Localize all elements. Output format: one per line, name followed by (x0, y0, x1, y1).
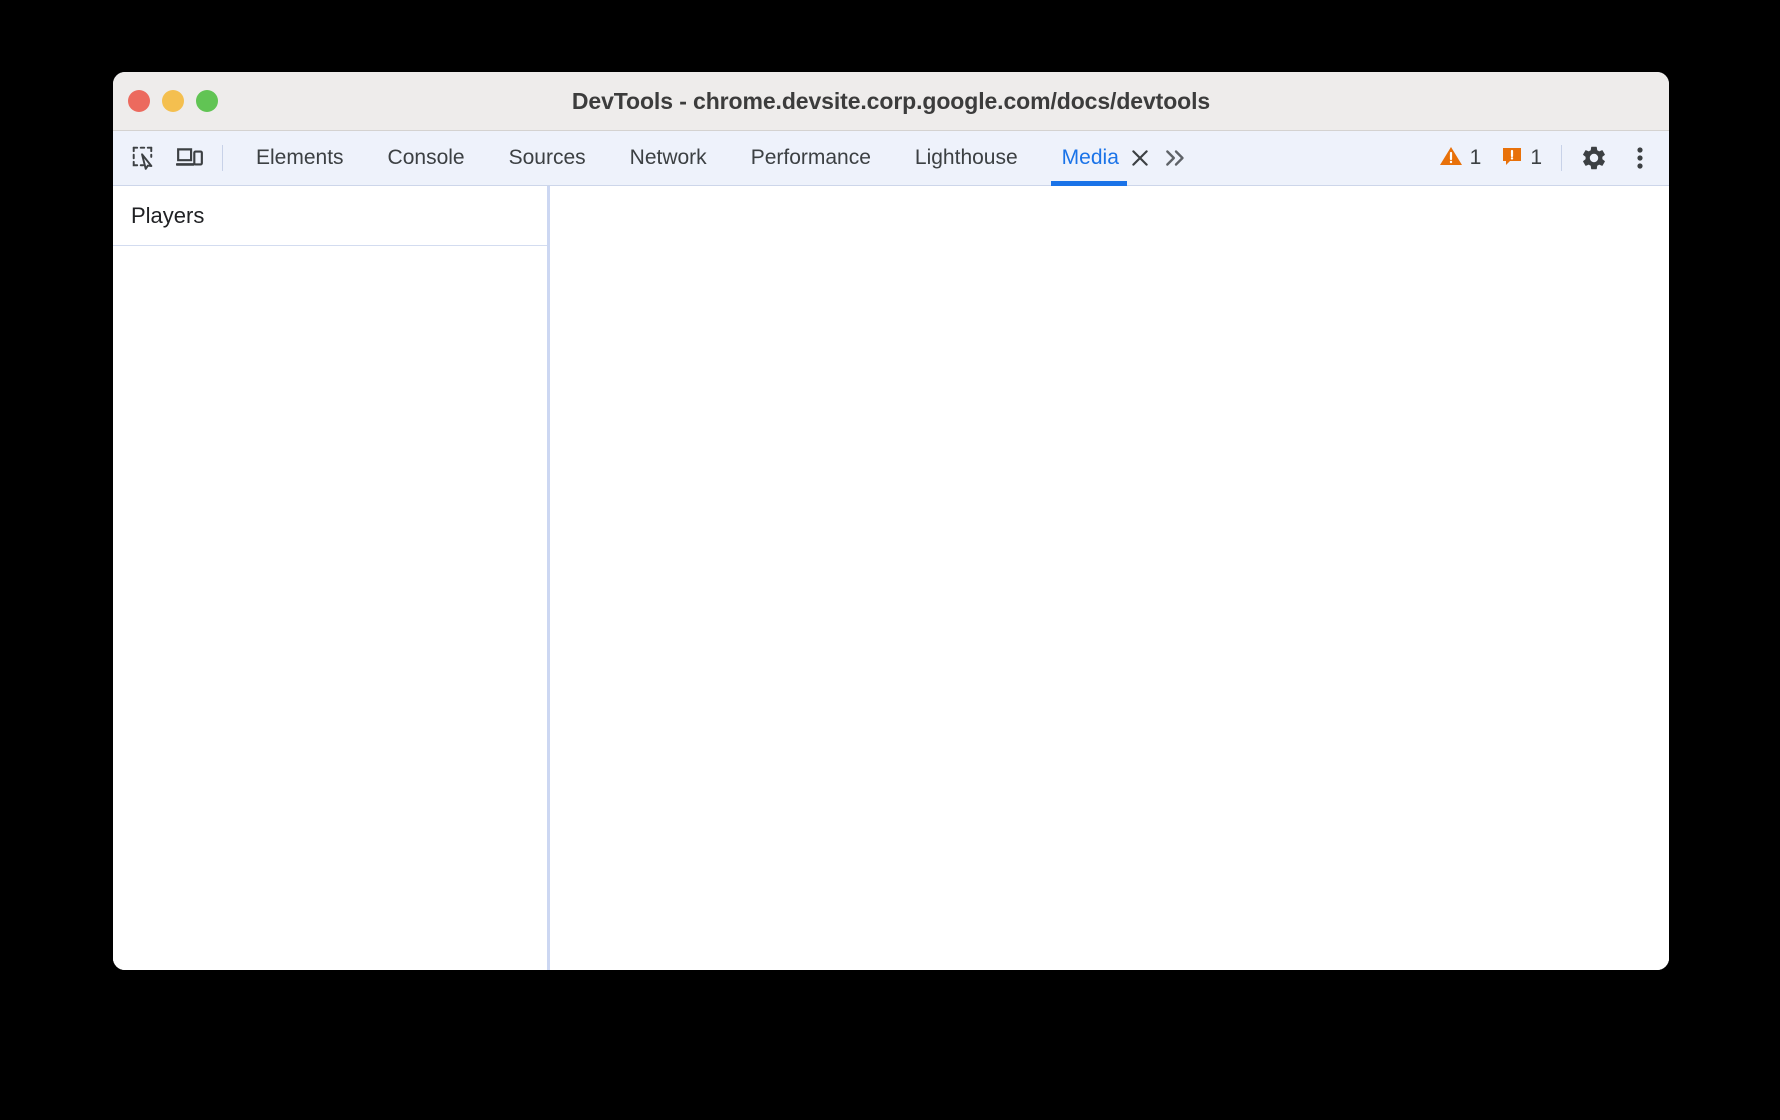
toolbar-right-group: 1 1 (1429, 131, 1669, 185)
warning-count: 1 (1469, 146, 1482, 169)
panel-tab-list: Elements Console Sources Network Perform… (234, 131, 1199, 186)
toolbar-divider (222, 145, 223, 171)
tab-label: Elements (256, 146, 344, 169)
toolbar-divider-right (1561, 145, 1562, 171)
tab-label: Console (387, 146, 465, 169)
players-sidebar: Players (113, 186, 547, 970)
toolbar-left-icon-group (113, 131, 232, 185)
tab-media[interactable]: Media (1040, 131, 1128, 186)
tab-performance[interactable]: Performance (729, 131, 893, 185)
tab-network[interactable]: Network (608, 131, 729, 185)
window-title: DevTools - chrome.devsite.corp.google.co… (571, 87, 1211, 114)
window-title-bar: DevTools - chrome.devsite.corp.google.co… (113, 72, 1669, 131)
gear-icon[interactable] (1571, 131, 1617, 185)
traffic-light-controls (128, 72, 218, 130)
close-icon[interactable] (1127, 145, 1153, 171)
players-list[interactable] (113, 246, 547, 970)
media-player-details-pane (550, 186, 1669, 970)
error-count: 1 (1530, 146, 1542, 169)
error-counter[interactable]: 1 (1491, 131, 1552, 185)
maximize-window-button[interactable] (196, 90, 218, 112)
error-icon (1501, 145, 1523, 172)
tab-label: Performance (750, 146, 871, 169)
inspect-element-icon[interactable] (121, 131, 167, 185)
media-panel-body: Players (113, 186, 1669, 970)
devtools-toolbar: Elements Console Sources Network Perform… (113, 131, 1669, 186)
warning-icon (1439, 145, 1463, 172)
tab-elements[interactable]: Elements (234, 131, 366, 185)
tab-sources[interactable]: Sources (487, 131, 608, 185)
minimize-window-button[interactable] (162, 90, 184, 112)
players-header: Players (113, 186, 547, 246)
active-tab-close-wrapper (1127, 131, 1159, 185)
close-window-button[interactable] (128, 90, 150, 112)
tab-label: Lighthouse (914, 146, 1018, 169)
tab-label: Sources (508, 146, 586, 169)
tab-lighthouse[interactable]: Lighthouse (893, 131, 1040, 185)
warning-counter[interactable]: 1 (1429, 131, 1492, 185)
more-tabs-icon[interactable] (1159, 131, 1199, 185)
tab-console[interactable]: Console (366, 131, 487, 185)
tab-label: Media (1061, 146, 1119, 169)
devtools-window: DevTools - chrome.devsite.corp.google.co… (113, 72, 1669, 970)
kebab-menu-icon[interactable] (1617, 131, 1663, 185)
players-title: Players (131, 202, 205, 228)
device-toolbar-icon[interactable] (167, 131, 213, 185)
tab-label: Network (629, 146, 707, 169)
